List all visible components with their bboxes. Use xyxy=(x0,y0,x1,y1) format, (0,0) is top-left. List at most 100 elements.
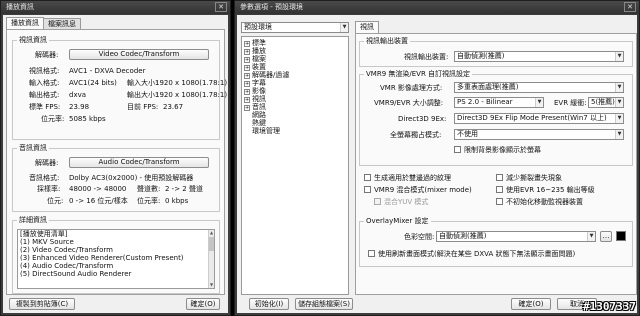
tree-item-audio[interactable]: + 音訊 xyxy=(242,103,348,111)
list-item: (3) Enhanced Video Renderer(Custom Prese… xyxy=(20,254,184,262)
list-item: (4) Audio Codec/Transform xyxy=(20,262,114,270)
sample-rate-label: 採樣率: xyxy=(37,185,61,193)
reduce-tearing-checkbox[interactable]: 減少撕裂畫失現象 xyxy=(496,174,562,182)
window-titlebar[interactable]: 播放資訊 ✕ xyxy=(1,1,230,14)
output-device-group-title: 視訊輸出裝置 xyxy=(364,37,410,46)
tree-item-device[interactable]: + 裝置 xyxy=(242,63,348,71)
color-picker-button[interactable]: … xyxy=(600,231,612,242)
copy-to-clipboard-button[interactable]: 複製到剪貼簿(C) xyxy=(9,298,75,310)
chevron-down-icon: ▼ xyxy=(587,232,595,241)
tab-video[interactable]: 視訊 xyxy=(355,21,379,33)
scroll-up-icon[interactable]: ▲ xyxy=(209,230,214,236)
evr-buffer-select[interactable]: 5(推薦) ▼ xyxy=(588,97,624,108)
d3d9ex-select[interactable]: Direct3D 9Ex Flip Mode Present(Win7 以上) … xyxy=(454,113,624,124)
chevron-down-icon: ▼ xyxy=(615,114,623,123)
resize-select[interactable]: PS 2.0 - Bilinear ▼ xyxy=(454,97,544,108)
channels-label: 聲道數: xyxy=(137,185,161,193)
cur-fps-label: 目前 FPS: xyxy=(127,103,159,111)
audio-format-label: 音訊格式: xyxy=(29,174,60,182)
right-ok-button[interactable]: 確定(O) xyxy=(511,298,551,310)
window-titlebar[interactable]: 參數選項 - 預設環境 ✕ xyxy=(235,1,639,14)
input-size-value: 1920 x 1080(1.78:1) xyxy=(155,79,228,87)
bits-label: 位元: xyxy=(47,197,64,205)
std-fps-value: 23.98 xyxy=(69,103,90,111)
chevron-down-icon: ▼ xyxy=(615,52,623,61)
details-group-title: 詳細資訊 xyxy=(17,216,49,225)
video-decoder-label: 解碼器: xyxy=(35,51,59,59)
output-device-label: 視訊輸出裝置: xyxy=(404,53,449,61)
audio-bitrate-label: 位元率: xyxy=(137,197,161,205)
profile-select[interactable]: 預設環境 ▼ xyxy=(241,22,349,33)
output-size-label: 輸出大小: xyxy=(127,91,158,99)
output-device-select[interactable]: 自動偵測(推薦) ▼ xyxy=(454,51,624,62)
mixer-yuv-checkbox[interactable]: 混合YUV 模式 xyxy=(374,198,428,206)
video-format-value: AVC1 - DXVA Decoder xyxy=(69,67,146,75)
tree-item-profile-manager[interactable]: 環境管理 xyxy=(242,127,348,135)
input-format-label: 輸入格式: xyxy=(29,79,60,87)
close-icon[interactable]: ✕ xyxy=(624,2,636,12)
channels-value: 2 -> 2 聲道 xyxy=(165,185,203,193)
limit-background-checkbox[interactable]: 限制背景影像顯示於螢幕 xyxy=(454,146,541,154)
bits-value: 0 -> 16 位元/樣本 xyxy=(69,197,128,205)
details-listbox[interactable]: [播放使用清單] (1) MKV Source (2) Video Codec/… xyxy=(17,229,215,289)
audio-group-title: 音訊資訊 xyxy=(17,144,49,153)
audio-info-group: 音訊資訊 解碼器: Audio Codec/Transform 音訊格式: Do… xyxy=(12,144,220,212)
video-settings-panel: 視訊輸出裝置 視訊輸出裝置: 自動偵測(推薦) ▼ VMR9 無渲染/EVR 自… xyxy=(355,33,637,295)
resize-label: VMR9/EVR 大小調整: xyxy=(374,99,444,107)
tree-item-file[interactable]: + 檔案 xyxy=(242,55,348,63)
color-space-select[interactable]: 自動偵測(推薦) ▼ xyxy=(436,231,596,242)
save-config-button[interactable]: 儲存組態檔案(S) xyxy=(295,298,353,310)
tree-item-hotkeys[interactable]: 熱鍵 xyxy=(242,119,348,127)
scroll-down-icon[interactable]: ▼ xyxy=(209,282,214,288)
sample-rate-value: 48000 -> 48000 xyxy=(69,185,127,193)
video-format-label: 視訊格式: xyxy=(29,67,60,75)
output-size-value: 1920 x 1080(1.78:1) xyxy=(155,91,228,99)
tree-item-standard[interactable]: + 標準 xyxy=(242,39,348,47)
video-codec-button[interactable]: Video Codec/Transform xyxy=(69,49,209,60)
output-format-label: 輸出格式: xyxy=(29,91,60,99)
output-format-value: dxva xyxy=(69,91,87,99)
video-bitrate-label: 位元率: xyxy=(41,115,65,123)
evr-buffer-label: EVR 緩衝: xyxy=(554,99,587,107)
window-title: 參數選項 - 預設環境 xyxy=(240,3,303,11)
initialize-button[interactable]: 初始化(I) xyxy=(249,298,289,310)
color-swatch xyxy=(616,231,626,241)
vmr-settings-group: VMR9 無渲染/EVR 自訂視訊設定 VMR 影像處理方式: 多重表面處理(推… xyxy=(359,70,633,166)
settings-tree[interactable]: + 標準 + 播放 + 檔案 + 裝置 + 解碼器/過濾 + 字幕 + 影像 + 視訊 + 音訊 … xyxy=(241,36,349,295)
info-panel: 視訊資訊 解碼器: Video Codec/Transform 視訊格式: AV… xyxy=(6,29,227,295)
overlay-group-title: OverlayMixer 設定 xyxy=(364,217,431,226)
tree-item-video[interactable]: + 視訊 xyxy=(242,95,348,103)
no-monitor-init-checkbox[interactable]: 不初始化移動監視器裝置 xyxy=(496,198,583,206)
vmr-mode-label: VMR 影像處理方式: xyxy=(380,84,443,92)
audio-format-value: Dolby AC3(0x2000) - 使用預設解碼器 xyxy=(69,174,194,182)
tab-file-info[interactable]: 檔案訊息 xyxy=(43,18,81,29)
tree-item-subtitle[interactable]: + 字幕 xyxy=(242,79,348,87)
tree-item-network[interactable]: 網路 xyxy=(242,111,348,119)
audio-bitrate-value: 0 kbps xyxy=(165,197,189,205)
tab-strip: 播放資訊 檔案訊息 xyxy=(6,17,81,29)
video-info-group: 視訊資訊 解碼器: Video Codec/Transform 視訊格式: AV… xyxy=(12,36,227,140)
tab-playback-info[interactable]: 播放資訊 xyxy=(6,17,44,29)
tree-item-image[interactable]: + 影像 xyxy=(242,87,348,95)
input-format-value: AVC1(24 bits) xyxy=(69,79,117,87)
list-item: (5) DirectSound Audio Renderer xyxy=(20,270,132,278)
vmr-mode-select[interactable]: 多重表面處理(推薦) ▼ xyxy=(454,82,624,93)
generate-texture-checkbox[interactable]: 生成適用於雙邊過的紋理 xyxy=(364,174,451,182)
left-ok-button[interactable]: 確定(O) xyxy=(186,298,220,310)
vmr9-mixer-checkbox[interactable]: VMR9 混合模式(mixer mode) xyxy=(364,186,472,194)
output-device-group: 視訊輸出裝置 視訊輸出裝置: 自動偵測(推薦) ▼ xyxy=(359,37,633,67)
audio-codec-button[interactable]: Audio Codec/Transform xyxy=(69,157,209,168)
refresh-mode-checkbox[interactable]: 使用刷新畫面模式(解決在某些 DXVA 狀態下無法顯示畫面問題) xyxy=(368,250,575,258)
overlay-mixer-group: OverlayMixer 設定 色彩空間: 自動偵測(推薦) ▼ … 使用刷新畫… xyxy=(359,217,633,267)
close-icon[interactable]: ✕ xyxy=(215,2,227,12)
tree-item-decoder-filter[interactable]: + 解碼器/過濾 xyxy=(242,71,348,79)
scrollbar-thumb[interactable] xyxy=(209,237,214,251)
evr-range-checkbox[interactable]: 使用EVR 16~235 輸出等級 xyxy=(496,186,595,194)
chevron-down-icon: ▼ xyxy=(615,83,623,92)
details-scrollbar[interactable]: ▲ ▼ xyxy=(208,230,214,288)
fullscreen-exclusive-select[interactable]: 不使用 ▼ xyxy=(454,129,624,140)
std-fps-label: 標準 FPS: xyxy=(29,103,61,111)
chevron-down-icon: ▼ xyxy=(340,23,348,32)
details-group: 詳細資訊 [播放使用清單] (1) MKV Source (2) Video C… xyxy=(12,216,220,294)
tree-item-playback[interactable]: + 播放 xyxy=(242,47,348,55)
